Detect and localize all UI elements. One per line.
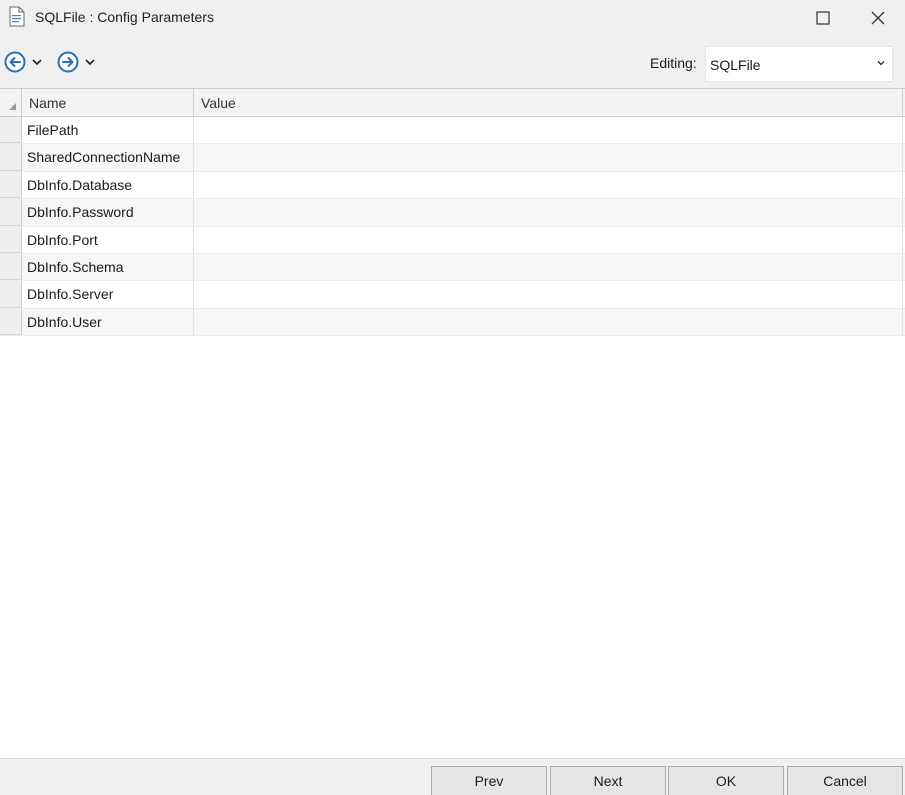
chevron-down-icon[interactable] (32, 58, 42, 66)
parameters-grid: Name Value FilePath SharedConnectionName… (0, 88, 905, 758)
name-cell: FilePath (22, 117, 194, 144)
window-title: SQLFile : Config Parameters (35, 9, 214, 25)
close-button[interactable] (855, 0, 901, 36)
back-button[interactable] (4, 51, 42, 73)
chevron-down-icon[interactable] (85, 58, 95, 66)
grid-header: Name Value (0, 89, 905, 117)
value-cell[interactable] (194, 281, 903, 308)
table-row[interactable]: DbInfo.User (0, 308, 905, 337)
forward-circle-icon (57, 51, 79, 73)
corner-triangle-icon (9, 103, 16, 110)
grid-rows: FilePath SharedConnectionName DbInfo.Dat… (0, 117, 905, 337)
value-cell[interactable] (194, 308, 903, 336)
title-bar: SQLFile : Config Parameters (0, 0, 905, 36)
maximize-icon (816, 11, 830, 25)
back-circle-icon (4, 51, 26, 73)
table-row[interactable]: DbInfo.Password (0, 199, 905, 227)
value-cell[interactable] (194, 199, 903, 226)
row-header[interactable] (0, 144, 22, 171)
row-header[interactable] (0, 171, 22, 199)
value-cell[interactable] (194, 171, 903, 199)
table-row[interactable]: FilePath (0, 117, 905, 145)
table-row[interactable]: DbInfo.Port (0, 226, 905, 254)
row-header[interactable] (0, 281, 22, 308)
editing-select[interactable]: SQLFile (705, 46, 893, 82)
name-cell: DbInfo.Server (22, 281, 194, 308)
close-icon (871, 11, 885, 25)
name-cell: SharedConnectionName (22, 144, 194, 171)
dialog-footer: Prev Next OK Cancel (0, 758, 905, 795)
column-header-value[interactable]: Value (194, 89, 903, 117)
table-row[interactable]: SharedConnectionName (0, 144, 905, 172)
row-header[interactable] (0, 226, 22, 253)
value-cell[interactable] (194, 117, 903, 144)
prev-button[interactable]: Prev (431, 766, 547, 795)
row-header[interactable] (0, 199, 22, 226)
table-row[interactable]: DbInfo.Database (0, 171, 905, 200)
name-cell: DbInfo.Database (22, 171, 194, 199)
row-header[interactable] (0, 253, 22, 281)
value-cell[interactable] (194, 253, 903, 281)
ok-button[interactable]: OK (668, 766, 784, 795)
row-header[interactable] (0, 308, 22, 336)
next-button[interactable]: Next (550, 766, 666, 795)
name-cell: DbInfo.Schema (22, 253, 194, 281)
select-all-corner[interactable] (0, 89, 22, 117)
value-cell[interactable] (194, 144, 903, 171)
editing-label: Editing: (650, 55, 697, 71)
document-icon (7, 6, 27, 28)
column-header-name[interactable]: Name (22, 89, 194, 117)
name-cell: DbInfo.Port (22, 226, 194, 253)
name-cell: DbInfo.Password (22, 199, 194, 226)
cancel-button[interactable]: Cancel (787, 766, 903, 795)
name-cell: DbInfo.User (22, 308, 194, 336)
value-cell[interactable] (194, 226, 903, 253)
editing-select-value: SQLFile (710, 57, 761, 73)
forward-button[interactable] (57, 51, 95, 73)
toolbar: Editing: SQLFile (0, 36, 905, 88)
table-row[interactable]: DbInfo.Schema (0, 253, 905, 282)
maximize-button[interactable] (800, 0, 846, 36)
row-header[interactable] (0, 117, 22, 144)
chevron-down-icon (877, 61, 885, 66)
table-row[interactable]: DbInfo.Server (0, 281, 905, 309)
